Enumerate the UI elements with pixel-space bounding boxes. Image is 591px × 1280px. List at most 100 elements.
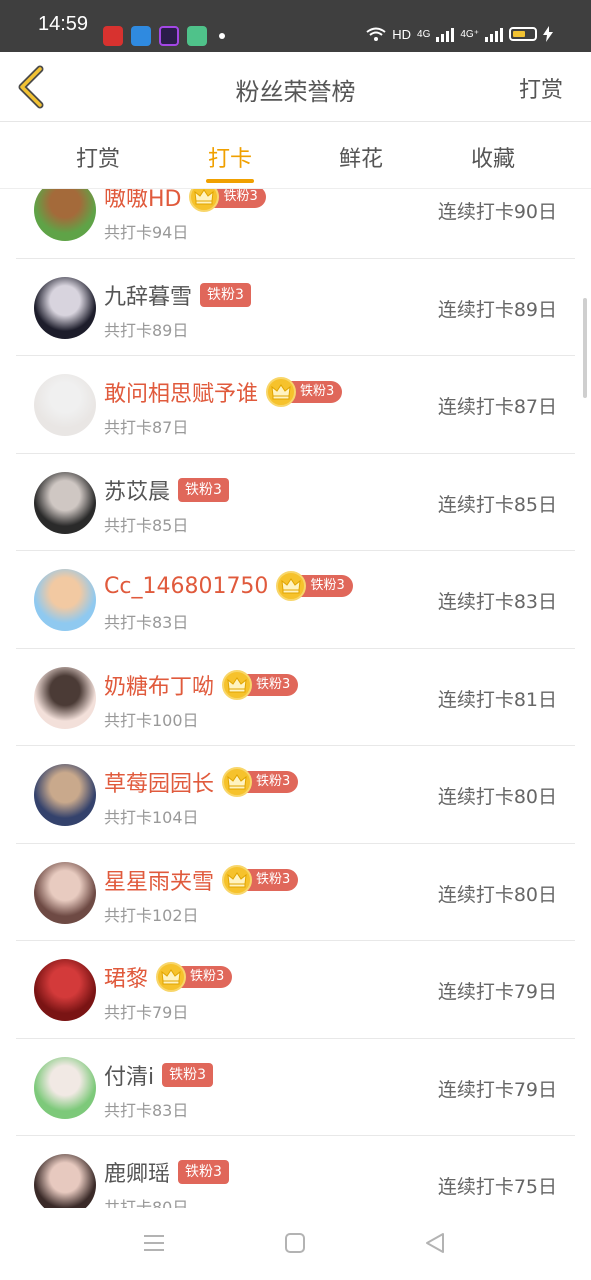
name-line: 九辞暮雪 铁粉3 bbox=[104, 279, 251, 311]
streak-checkin-days: 连续打卡85日 bbox=[437, 493, 557, 516]
status-time: 14:59 bbox=[38, 13, 89, 35]
user-name[interactable]: 九辞暮雪 bbox=[104, 279, 192, 311]
streak-checkin-days: 连续打卡75日 bbox=[437, 1176, 557, 1198]
avatar[interactable] bbox=[34, 569, 96, 631]
list-item[interactable]: 嗷嗷HD 铁粉3 共打卡94日 连续打卡90日 bbox=[0, 189, 591, 259]
list-item[interactable]: 星星雨夹雪 铁粉3 共打卡102日 连续打卡80日 bbox=[0, 844, 591, 941]
total-checkin-days: 共打卡104日 bbox=[104, 808, 199, 827]
user-name[interactable]: 敢问相思赋予谁 bbox=[104, 376, 258, 408]
list-item[interactable]: Cc_146801750 铁粉3 共打卡83日 连续打卡83日 bbox=[0, 551, 591, 649]
status-right: HD 4G 4G⁺ bbox=[366, 26, 553, 42]
list-item[interactable]: 付清i 铁粉3 共打卡83日 连续打卡79日 bbox=[0, 1039, 591, 1136]
page-title: 粉丝荣誉榜 bbox=[235, 78, 356, 106]
list-item[interactable]: 敢问相思赋予谁 铁粉3 共打卡87日 连续打卡87日 bbox=[0, 356, 591, 454]
reward-action-button[interactable]: 打赏 bbox=[519, 72, 563, 104]
user-name[interactable]: 星星雨夹雪 bbox=[104, 864, 214, 896]
wifi-icon bbox=[366, 27, 386, 41]
fan-level-badge: 铁粉3 bbox=[222, 864, 299, 895]
tab-flowers[interactable]: 鲜花 bbox=[301, 141, 421, 173]
fan-list[interactable]: 嗷嗷HD 铁粉3 共打卡94日 连续打卡90日 九辞暮雪 铁粉3 共打卡89日 … bbox=[0, 189, 591, 1208]
tab-checkin[interactable]: 打卡 bbox=[170, 141, 290, 173]
system-navigation-bar bbox=[0, 1208, 591, 1280]
total-checkin-days: 共打卡83日 bbox=[104, 613, 189, 632]
status-bar: 14:59 HD 4G 4G⁺ bbox=[0, 0, 591, 52]
avatar[interactable] bbox=[34, 276, 96, 339]
name-line: 奶糖布丁呦 铁粉3 bbox=[104, 669, 299, 701]
fan-level-badge: 铁粉3 bbox=[266, 377, 343, 407]
fan-level-label: 铁粉3 bbox=[200, 282, 251, 307]
streak-checkin-days: 连续打卡80日 bbox=[437, 786, 557, 808]
user-name[interactable]: 奶糖布丁呦 bbox=[104, 669, 214, 701]
streak-checkin-days: 连续打卡79日 bbox=[437, 981, 557, 1003]
user-name[interactable]: 鹿卿瑶 bbox=[104, 1156, 170, 1188]
user-name[interactable]: 珺黎 bbox=[104, 961, 148, 993]
name-line: 鹿卿瑶 铁粉3 bbox=[104, 1156, 229, 1188]
crown-icon bbox=[222, 864, 253, 895]
total-checkin-days: 共打卡100日 bbox=[104, 710, 199, 730]
total-checkin-days: 共打卡83日 bbox=[104, 1100, 189, 1120]
avatar[interactable] bbox=[34, 1056, 96, 1119]
total-checkin-days: 共打卡94日 bbox=[104, 223, 189, 242]
avatar[interactable] bbox=[34, 1154, 96, 1208]
name-line: 苏苡晨 铁粉3 bbox=[104, 474, 229, 506]
avatar[interactable] bbox=[34, 959, 96, 1021]
user-name[interactable]: Cc_146801750 bbox=[104, 574, 268, 599]
streak-checkin-days: 连续打卡90日 bbox=[437, 201, 557, 223]
list-item[interactable]: 草莓园园长 铁粉3 共打卡104日 连续打卡80日 bbox=[0, 746, 591, 844]
list-item[interactable]: 珺黎 铁粉3 共打卡79日 连续打卡79日 bbox=[0, 941, 591, 1039]
battery-icon bbox=[509, 27, 537, 41]
user-name[interactable]: 苏苡晨 bbox=[104, 474, 170, 506]
user-name[interactable]: 草莓园园长 bbox=[104, 766, 214, 798]
total-checkin-days: 共打卡87日 bbox=[104, 418, 189, 437]
fan-level-badge: 铁粉3 bbox=[189, 189, 266, 212]
back-triangle-icon[interactable] bbox=[424, 1232, 446, 1254]
fan-level-badge: 铁粉3 bbox=[222, 767, 299, 797]
name-line: 敢问相思赋予谁 铁粉3 bbox=[104, 376, 343, 408]
user-name[interactable]: 付清i bbox=[104, 1059, 154, 1091]
signal-label-2: 4G⁺ bbox=[460, 28, 479, 40]
streak-checkin-days: 连续打卡87日 bbox=[437, 396, 557, 418]
home-icon[interactable] bbox=[284, 1232, 306, 1254]
user-name[interactable]: 嗷嗷HD bbox=[104, 189, 181, 213]
signal-bars-2-icon bbox=[485, 26, 503, 42]
streak-checkin-days: 连续打卡83日 bbox=[437, 591, 557, 613]
fan-level-label: 铁粉3 bbox=[178, 477, 229, 502]
notification-dot-icon bbox=[219, 33, 225, 39]
menu-icon[interactable] bbox=[143, 1232, 165, 1254]
streak-checkin-days: 连续打卡81日 bbox=[437, 688, 557, 711]
name-line: Cc_146801750 铁粉3 bbox=[104, 571, 353, 601]
hd-label: HD bbox=[392, 26, 412, 42]
charging-bolt-icon bbox=[543, 26, 553, 42]
fan-level-badge: 铁粉3 bbox=[156, 962, 233, 992]
avatar[interactable] bbox=[34, 861, 96, 924]
list-item[interactable]: 鹿卿瑶 铁粉3 共打卡80日 连续打卡75日 bbox=[0, 1136, 591, 1208]
streak-checkin-days: 连续打卡80日 bbox=[437, 883, 557, 906]
avatar[interactable] bbox=[34, 666, 96, 729]
tab-favorites[interactable]: 收藏 bbox=[433, 141, 553, 173]
crown-icon bbox=[222, 767, 253, 797]
list-item[interactable]: 苏苡晨 铁粉3 共打卡85日 连续打卡85日 bbox=[0, 454, 591, 551]
crown-icon bbox=[156, 962, 187, 992]
avatar[interactable] bbox=[34, 374, 96, 436]
name-line: 嗷嗷HD 铁粉3 bbox=[104, 189, 266, 213]
app-purple-icon bbox=[159, 26, 179, 46]
app-red-icon bbox=[103, 26, 123, 46]
list-item[interactable]: 奶糖布丁呦 铁粉3 共打卡100日 连续打卡81日 bbox=[0, 649, 591, 746]
tab-reward[interactable]: 打赏 bbox=[38, 141, 158, 173]
avatar[interactable] bbox=[34, 189, 96, 241]
signal-label-1: 4G bbox=[417, 28, 431, 40]
active-tab-indicator bbox=[206, 179, 254, 183]
app-blue-icon bbox=[131, 26, 151, 46]
name-line: 珺黎 铁粉3 bbox=[104, 961, 233, 993]
header: 粉丝荣誉榜 打赏 bbox=[0, 52, 591, 122]
total-checkin-days: 共打卡102日 bbox=[104, 905, 199, 925]
avatar[interactable] bbox=[34, 471, 96, 534]
scrollbar[interactable] bbox=[583, 298, 587, 398]
total-checkin-days: 共打卡89日 bbox=[104, 320, 189, 340]
fan-level-badge: 铁粉3 bbox=[276, 571, 353, 601]
list-item[interactable]: 九辞暮雪 铁粉3 共打卡89日 连续打卡89日 bbox=[0, 259, 591, 356]
crown-icon bbox=[266, 377, 297, 407]
name-line: 星星雨夹雪 铁粉3 bbox=[104, 864, 299, 896]
avatar[interactable] bbox=[34, 764, 96, 826]
fan-level-label: 铁粉3 bbox=[178, 1160, 229, 1184]
